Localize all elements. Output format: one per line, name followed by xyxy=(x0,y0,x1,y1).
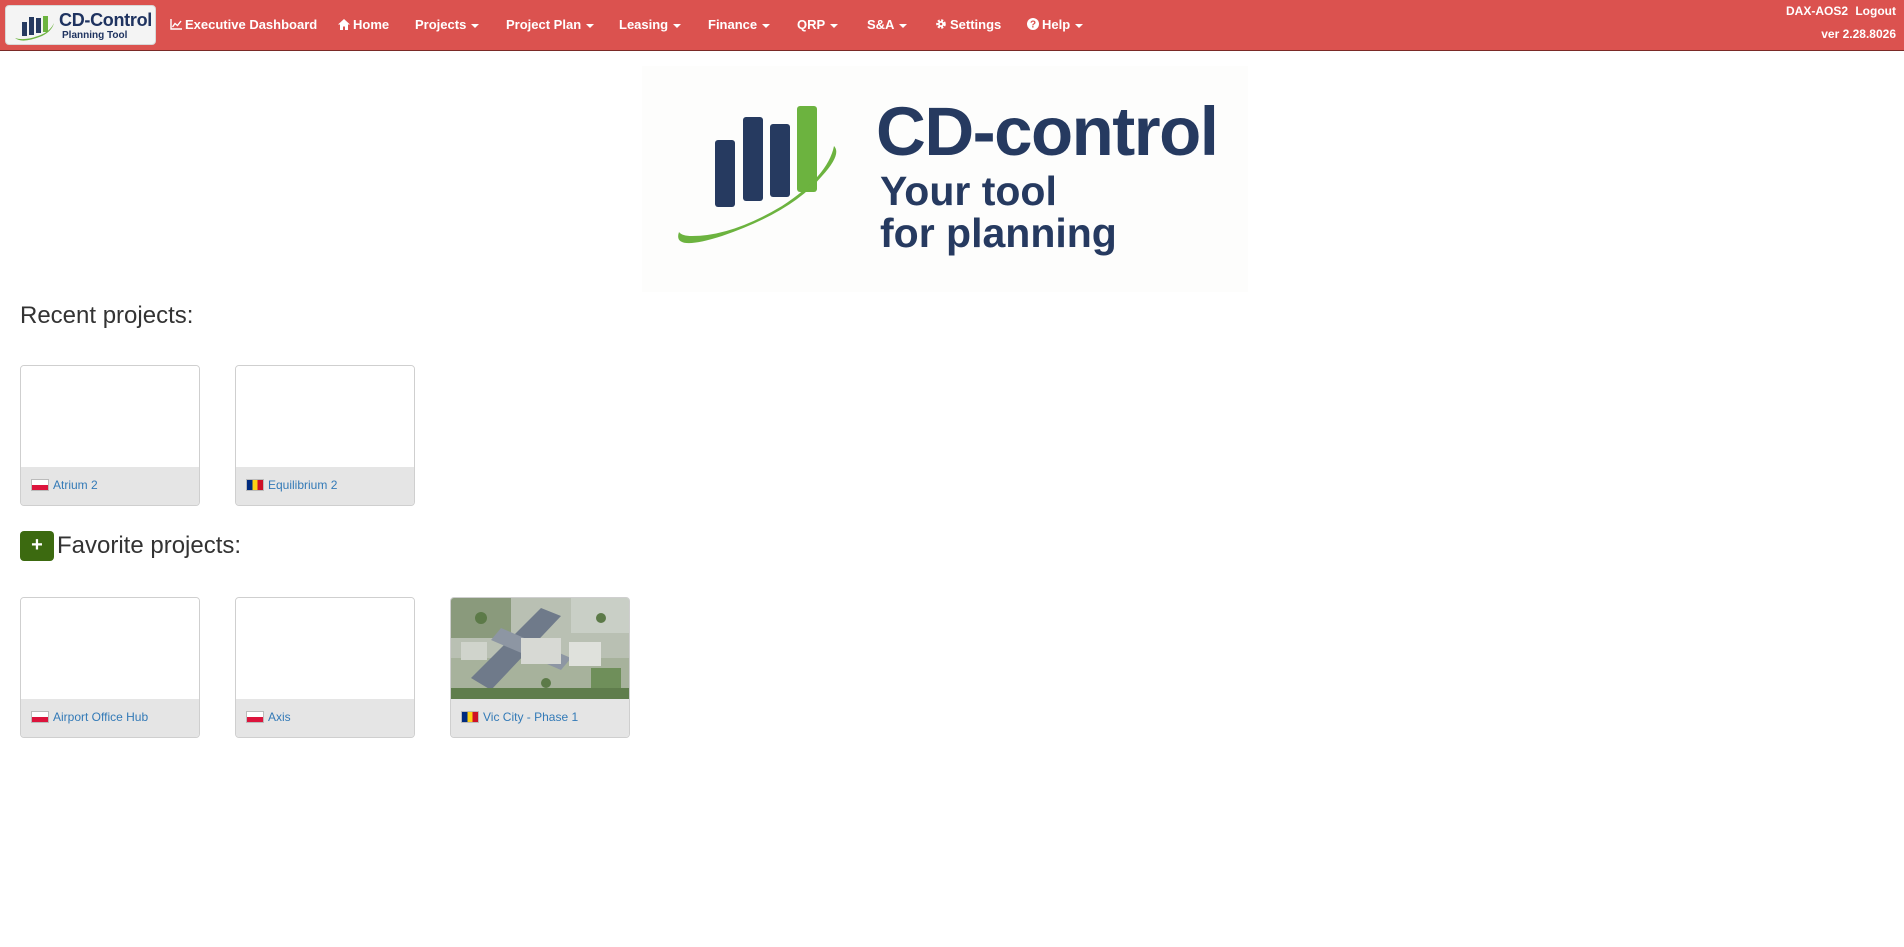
poland-flag-icon xyxy=(31,479,49,491)
nav-projects[interactable]: Projects xyxy=(415,0,480,51)
project-link[interactable]: Atrium 2 xyxy=(53,478,98,492)
project-caption: Atrium 2 xyxy=(21,467,199,505)
version-label: ver 2.28.8026 xyxy=(1821,27,1896,41)
project-link[interactable]: Equilibrium 2 xyxy=(268,478,337,492)
hero-chart-icon xyxy=(678,106,837,244)
hero-title: CD-control xyxy=(876,93,1219,170)
nav-qrp[interactable]: QRP xyxy=(797,0,839,51)
top-navbar: CD-Control Planning Tool Executive Dashb… xyxy=(0,0,1904,51)
svg-text:?: ? xyxy=(1030,19,1036,30)
brand-title: CD-Control xyxy=(59,10,152,30)
hero-tagline-line2: for planning xyxy=(880,210,1117,256)
caret-down-icon xyxy=(471,23,480,28)
nav-label: Settings xyxy=(950,17,1002,32)
add-favorite-button[interactable]: + xyxy=(20,531,54,561)
caret-down-icon xyxy=(899,23,908,28)
hero-tagline-line1: Your tool xyxy=(880,168,1057,214)
project-thumbnail xyxy=(236,598,414,699)
nav-help[interactable]: ? Help xyxy=(1027,0,1084,51)
nav-label: Home xyxy=(353,17,390,32)
project-thumbnail xyxy=(21,366,199,467)
caret-down-icon xyxy=(1075,23,1084,28)
gear-icon xyxy=(935,1,947,51)
romania-flag-icon xyxy=(246,479,264,491)
nav-label: Project Plan xyxy=(506,17,582,32)
nav-label: Finance xyxy=(708,17,758,32)
nav-label: Help xyxy=(1042,17,1071,32)
project-caption: Equilibrium 2 xyxy=(236,467,414,505)
project-card-airport-office-hub[interactable]: Airport Office Hub xyxy=(20,597,200,738)
nav-label: Leasing xyxy=(619,17,669,32)
nav-project-plan[interactable]: Project Plan xyxy=(506,0,595,51)
caret-down-icon xyxy=(762,23,771,28)
nav-home[interactable]: Home xyxy=(338,0,389,51)
project-caption: Axis xyxy=(236,699,414,737)
home-icon xyxy=(338,1,350,51)
logout-link[interactable]: Logout xyxy=(1855,4,1896,18)
project-thumbnail xyxy=(236,366,414,467)
recent-projects-heading: Recent projects: xyxy=(20,302,194,329)
nav-settings[interactable]: Settings xyxy=(935,0,1001,51)
nav-label: S&A xyxy=(867,17,895,32)
nav-label: QRP xyxy=(797,17,826,32)
project-card-equilibrium-2[interactable]: Equilibrium 2 xyxy=(235,365,415,506)
brand-logo[interactable]: CD-Control Planning Tool xyxy=(5,5,156,45)
brand-subtitle: Planning Tool xyxy=(62,30,128,41)
favorite-projects-heading: Favorite projects: xyxy=(57,532,242,559)
nav-s-and-a[interactable]: S&A xyxy=(867,0,908,51)
project-card-axis[interactable]: Axis xyxy=(235,597,415,738)
project-thumbnail xyxy=(21,598,199,699)
chart-icon xyxy=(170,1,182,51)
caret-down-icon xyxy=(673,23,682,28)
project-caption: Vic City - Phase 1 xyxy=(451,699,629,737)
project-link[interactable]: Axis xyxy=(268,710,291,724)
romania-flag-icon xyxy=(461,711,479,723)
poland-flag-icon xyxy=(246,711,264,723)
nav-label: Projects xyxy=(415,17,467,32)
project-link[interactable]: Vic City - Phase 1 xyxy=(483,710,578,724)
nav-label: Executive Dashboard xyxy=(185,17,318,32)
brand-chart-icon xyxy=(15,16,54,41)
nav-finance[interactable]: Finance xyxy=(708,0,771,51)
username[interactable]: DAX-AOS2 xyxy=(1786,4,1848,18)
user-area: DAX-AOS2 Logout xyxy=(1782,4,1896,18)
project-link[interactable]: Airport Office Hub xyxy=(53,710,148,724)
project-card-vic-city-phase-1[interactable]: Vic City - Phase 1 xyxy=(450,597,630,738)
caret-down-icon xyxy=(830,23,839,28)
project-thumbnail-aerial-image xyxy=(451,598,629,699)
nav-executive-dashboard[interactable]: Executive Dashboard xyxy=(170,0,317,51)
project-caption: Airport Office Hub xyxy=(21,699,199,737)
project-card-atrium-2[interactable]: Atrium 2 xyxy=(20,365,200,506)
nav-leasing[interactable]: Leasing xyxy=(619,0,682,51)
poland-flag-icon xyxy=(31,711,49,723)
question-circle-icon: ? xyxy=(1027,1,1039,51)
caret-down-icon xyxy=(586,23,595,28)
hero-logo: CD-control Your tool for planning xyxy=(642,66,1248,292)
